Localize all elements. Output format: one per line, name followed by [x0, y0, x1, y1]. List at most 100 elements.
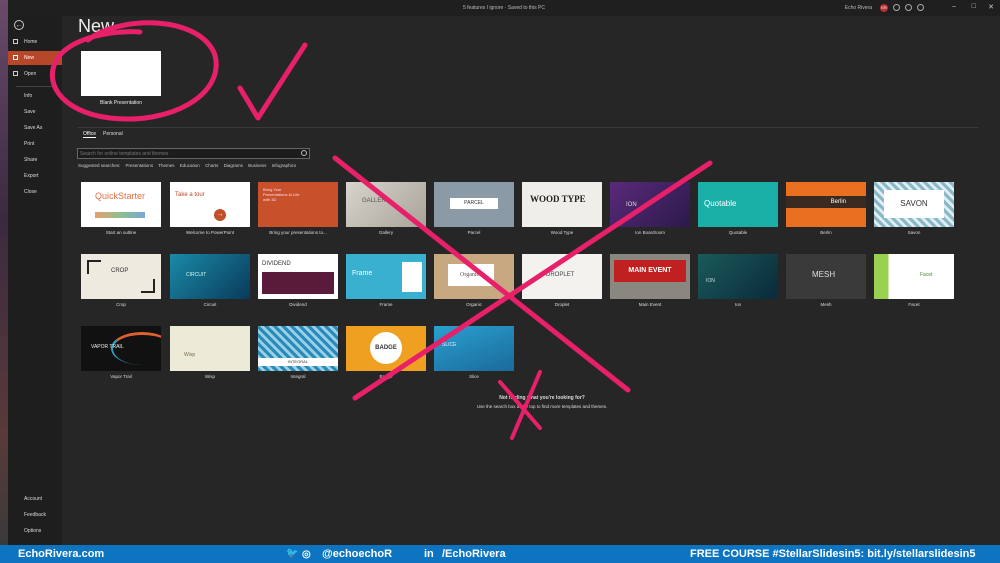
sidebar-item-info[interactable]: Info — [8, 89, 62, 103]
template-name: Wisp — [205, 374, 215, 379]
thumbnail-text: VAPOR TRAIL — [91, 344, 124, 350]
sidebar-item-options[interactable]: Options — [8, 524, 62, 538]
footer-twitter-handle: @echoechoR — [322, 548, 393, 560]
template-thumbnail: Organic — [434, 254, 514, 299]
blank-presentation-thumbnail[interactable] — [81, 51, 161, 96]
thumbnail-text: Frame — [352, 270, 373, 277]
template-name: Crop — [116, 302, 126, 307]
home-icon — [13, 39, 18, 44]
sidebar-item-label: Close — [24, 189, 37, 195]
template-thumbnail: BADGE — [346, 326, 426, 371]
tab-office[interactable]: Office — [83, 131, 96, 138]
sidebar-item-home[interactable]: Home — [8, 35, 62, 49]
template-name: Wood Type — [550, 230, 574, 235]
thumbnail-text: DROPLET — [546, 272, 575, 278]
template-thumbnail: INTEGRAL — [258, 326, 338, 371]
sidebar-item-label: Home — [24, 39, 38, 45]
thumbnail-text: Quotable — [704, 199, 737, 208]
minimize-icon[interactable]: – — [952, 3, 956, 10]
sidebar-item-save[interactable]: Save — [8, 105, 62, 119]
suggested-search-link[interactable]: Infographics — [272, 163, 297, 168]
crop-mark — [87, 260, 101, 274]
twitter-icon: 🐦 — [286, 548, 299, 559]
suggested-search-link[interactable]: Business — [248, 163, 266, 168]
folder-icon — [13, 71, 18, 76]
new-file-icon — [13, 55, 18, 60]
new-presentation-pane: New Blank Presentation Office Personal S… — [62, 16, 1000, 545]
back-arrow-icon[interactable]: ← — [14, 20, 24, 30]
suggested-search-link[interactable]: Themes — [158, 163, 174, 168]
tab-personal[interactable]: Personal — [103, 131, 123, 137]
thumbnail-text: MAIN EVENT — [614, 260, 686, 282]
template-name: Dividend — [289, 302, 307, 307]
help-icon[interactable] — [905, 4, 912, 11]
template-name: Organic — [466, 302, 482, 307]
template-thumbnail: SAVON — [874, 182, 954, 227]
template-thumbnail: Bring Your Presentations to Life with 3D — [258, 182, 338, 227]
thumbnail-text: CIRCUIT — [186, 272, 207, 278]
template-name: Facet — [908, 302, 920, 307]
blank-presentation-label: Blank Presentation — [100, 100, 142, 106]
settings-icon[interactable] — [917, 4, 924, 11]
template-thumbnail: Berlin — [786, 182, 866, 227]
crop-mark — [141, 279, 155, 293]
not-finding-text: Use the search box at the top to find mo… — [476, 404, 608, 409]
suggested-searches: Suggested searches: Presentations Themes… — [78, 163, 300, 168]
template-thumbnail: Frame — [346, 254, 426, 299]
arrow-right-icon: → — [214, 209, 226, 221]
thumbnail-text: Take a tour — [175, 192, 205, 198]
thumbnail-text: Facet — [920, 272, 933, 278]
thumbnail-text: INTEGRAL — [258, 358, 338, 366]
avatar[interactable]: ER — [880, 4, 888, 12]
user-name[interactable]: Echo Rivera — [845, 5, 872, 11]
suggested-search-link[interactable]: Charts — [205, 163, 218, 168]
template-thumbnail: DROPLET — [522, 254, 602, 299]
sidebar-item-share[interactable]: Share — [8, 153, 62, 167]
template-name: Slice — [469, 374, 479, 379]
sidebar-item-label: Options — [24, 528, 42, 534]
template-search-box — [77, 148, 310, 159]
sidebar-item-save-as[interactable]: Save As — [8, 121, 62, 135]
template-name: Ion — [734, 302, 742, 307]
suggested-search-link[interactable]: Presentations — [126, 163, 154, 168]
thumbnail-text: GALLERY — [362, 198, 390, 204]
template-name: Start an outline — [105, 230, 137, 235]
sidebar-item-new[interactable]: New — [8, 51, 62, 65]
sidebar-item-print[interactable]: Print — [8, 137, 62, 151]
sidebar-item-account[interactable]: Account — [8, 492, 62, 506]
sidebar-item-label: Export — [24, 173, 39, 179]
suggested-searches-label: Suggested searches: — [78, 163, 121, 168]
thumbnail-text: Organic — [448, 264, 494, 286]
sidebar-item-label: Share — [24, 157, 38, 163]
thumbnail-decoration — [95, 212, 145, 218]
template-thumbnail: WOOD TYPE — [522, 182, 602, 227]
template-name: Badge — [379, 374, 393, 379]
maximize-icon[interactable]: □ — [972, 3, 976, 10]
sidebar-item-feedback[interactable]: Feedback — [8, 508, 62, 522]
template-name: Savon — [907, 230, 921, 235]
thumbnail-text: DIVIDEND — [262, 261, 291, 267]
template-name: Mesh — [820, 302, 832, 307]
template-name: Quotable — [728, 230, 748, 235]
sidebar-item-open[interactable]: Open — [8, 67, 62, 81]
linkedin-icon: in — [424, 548, 434, 560]
search-icon[interactable] — [301, 150, 307, 156]
suggested-search-link[interactable]: Diagrams — [224, 163, 243, 168]
sidebar-item-close[interactable]: Close — [8, 185, 62, 199]
sidebar-item-label: Print — [24, 141, 35, 147]
template-thumbnail: Take a tour → — [170, 182, 250, 227]
sidebar-item-label: New — [24, 55, 35, 61]
sidebar-item-export[interactable]: Export — [8, 169, 62, 183]
template-thumbnail: Quotable — [698, 182, 778, 227]
sidebar-item-label: Info — [24, 93, 33, 99]
sidebar-item-label: Feedback — [24, 512, 46, 518]
smiley-icon[interactable] — [893, 4, 900, 11]
search-input[interactable] — [80, 149, 290, 158]
template-name: Bring your presentations to... — [269, 230, 327, 235]
close-icon[interactable]: ✕ — [988, 3, 994, 11]
sidebar-item-label: Save — [24, 109, 36, 115]
suggested-search-link[interactable]: Education — [180, 163, 200, 168]
template-thumbnail: DIVIDEND — [258, 254, 338, 299]
sidebar-item-label: Save As — [24, 125, 43, 131]
branding-footer: EchoRivera.com 🐦 ◎ @echoechoR in /EchoRi… — [0, 545, 1000, 563]
